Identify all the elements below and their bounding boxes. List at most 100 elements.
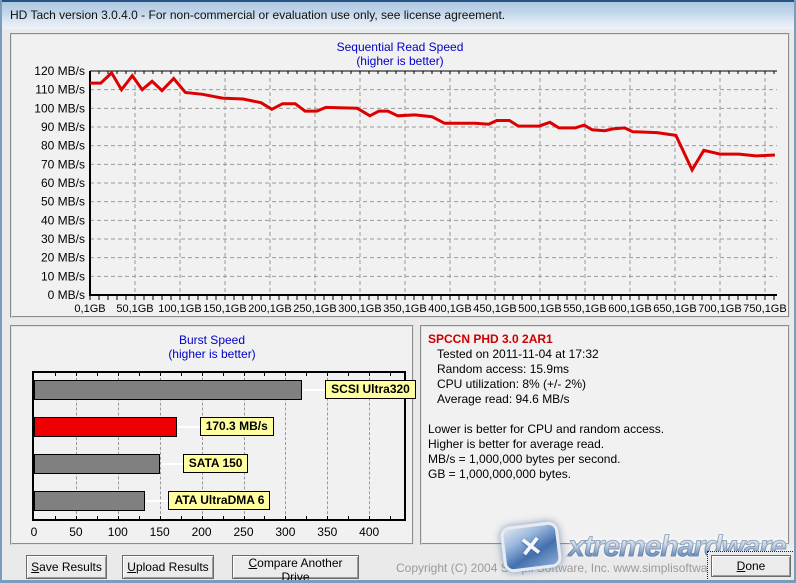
burst-axis-tick [222,373,224,376]
x-tick-label: 0,1GB [74,303,105,315]
info-note-line: Higher is better for average read. [428,437,605,451]
burst-axis-tick [285,373,287,376]
burst-axis-tick [327,516,329,519]
y-tick-label: 0 MB/s [48,288,85,302]
burst-axis-tick [369,373,371,376]
x-tick-label: 550,1GB [563,303,606,315]
burst-axis-tick [369,516,371,519]
sequential-read-panel: Sequential Read Speed (higher is better)… [10,33,790,318]
y-tick-label: 20 MB/s [41,251,85,265]
burst-axis-tick [285,516,287,519]
burst-axis-tick [390,373,392,376]
burst-axis-tick [222,516,224,519]
burst-axis-tick [243,516,245,519]
burst-axis-tick [117,516,119,519]
title-bar[interactable]: HD Tach version 3.0.4.0 - For non-commer… [2,0,794,29]
bar-label-connector [303,389,326,391]
drive-detail-line: Tested on 2011-11-04 at 17:32 [437,347,599,361]
burst-axis-tick [306,373,308,376]
bar-label: SCSI Ultra320 [325,380,416,399]
x-tick-label: 600,1GB [608,303,651,315]
burst-bar [34,491,146,511]
burst-axis-tick [348,373,350,376]
y-tick-label: 70 MB/s [41,157,85,171]
burst-x-tick-label: 400 [359,525,380,539]
burst-axis-tick [243,373,245,376]
compare-another-drive-button[interactable]: Compare Another Drive [232,555,359,580]
hdtach-window: HD Tach version 3.0.4.0 - For non-commer… [0,0,796,583]
sequential-read-chart: 0 MB/s 10 MB/s 20 MB/s 30 MB/s 40 MB/s 50 MB/… [34,64,786,315]
x-tick-label: 400,1GB [428,303,471,315]
upload-results-button[interactable]: Upload Results [122,555,214,579]
burst-axis-tick [390,516,392,519]
burst-axis-tick [264,516,266,519]
burst-x-tick-label: 50 [69,525,83,539]
sequential-read-line [90,70,775,174]
done-button-focus-ring: Done [707,551,794,580]
burst-x-tick-label: 300 [275,525,296,539]
x-tick-label: 750,1GB [743,303,786,315]
y-tick-label: 110 MB/s [35,83,85,97]
window-title: HD Tach version 3.0.4.0 - For non-commer… [10,8,506,22]
drive-details: Tested on 2011-11-04 at 17:32 Random acce… [428,347,782,407]
done-button[interactable]: Done [711,555,791,577]
burst-axis-tick [54,516,56,519]
burst-axis-tick [54,373,56,376]
burst-chart-x-axis: 0 50 100 150 200 250 300 350 400 [12,525,412,541]
bar-label: ATA UltraDMA 6 [168,491,271,510]
burst-chart-plot: SCSI Ultra320 170.3 MB/s SATA 150 ATA Ultra… [32,371,416,521]
x-tick-label: 50,1GB [116,303,153,315]
y-tick-label: 90 MB/s [41,120,85,134]
info-note-line: GB = 1,000,000,000 bytes. [428,467,572,481]
burst-x-tick-label: 100 [107,525,128,539]
x-tick-label: 500,1GB [518,303,561,315]
bar-label: 170.3 MB/s [199,417,274,436]
x-tick-label: 350,1GB [383,303,426,315]
info-note-line: Lower is better for CPU and random acces… [428,422,665,436]
burst-axis-tick [180,373,182,376]
y-tick-label: 80 MB/s [41,139,85,153]
burst-chart-title: Burst Speed [178,333,246,347]
x-tick-label: 700,1GB [698,303,741,315]
copyright-text: Copyright (C) 2004 Simpli Software, Inc.… [396,561,745,575]
burst-x-tick-label: 0 [30,525,38,539]
burst-bar [34,417,177,437]
burst-axis-tick [306,516,308,519]
x-tick-label: 100,1GB [158,303,201,315]
x-tick-label: 200,1GB [248,303,291,315]
burst-axis-tick [159,516,161,519]
drive-info-panel: SPCCN PHD 3.0 2AR1 Tested on 2011-11-04 … [420,325,790,545]
burst-speed-panel: Burst Speed (higher is better) SCSI Ultr… [10,325,416,545]
save-results-button[interactable]: Save Results [26,555,107,579]
y-tick-label: 60 MB/s [41,176,85,190]
burst-bar [34,380,303,400]
drive-detail-line: CPU utilization: 8% (+/- 2%) [437,377,587,391]
burst-x-tick-label: 350 [317,525,338,539]
x-tick-label: 250,1GB [293,303,336,315]
drive-detail-line: Random access: 15.9ms [437,362,570,376]
y-tick-label: 10 MB/s [41,269,85,283]
info-note-line: MB/s = 1,000,000 bytes per second. [428,452,621,466]
y-tick-label: 50 MB/s [41,195,85,209]
x-tick-label: 650,1GB [653,303,696,315]
y-tick-label: 30 MB/s [41,232,85,246]
x-tick-label: 300,1GB [338,303,381,315]
y-tick-label: 120 MB/s [34,64,85,78]
burst-axis-tick [96,516,98,519]
burst-chart-subtitle: (higher is better) [168,347,256,361]
burst-axis-tick [264,373,266,376]
y-tick-label: 100 MB/s [34,101,85,115]
burst-axis-tick [348,516,350,519]
bar-label-connector [146,500,169,502]
burst-x-tick-label: 250 [233,525,254,539]
drive-name: SPCCN PHD 3.0 2AR1 [428,332,553,346]
x-tick-label: 450,1GB [473,303,516,315]
bar-label-connector [160,463,183,465]
info-notes: Lower is better for CPU and random acces… [428,422,782,482]
bar-label: SATA 150 [182,454,249,473]
burst-axis-tick [75,373,77,376]
burst-axis-tick [75,516,77,519]
burst-axis-tick [180,516,182,519]
burst-axis-tick [159,373,161,376]
burst-axis-tick [138,516,140,519]
